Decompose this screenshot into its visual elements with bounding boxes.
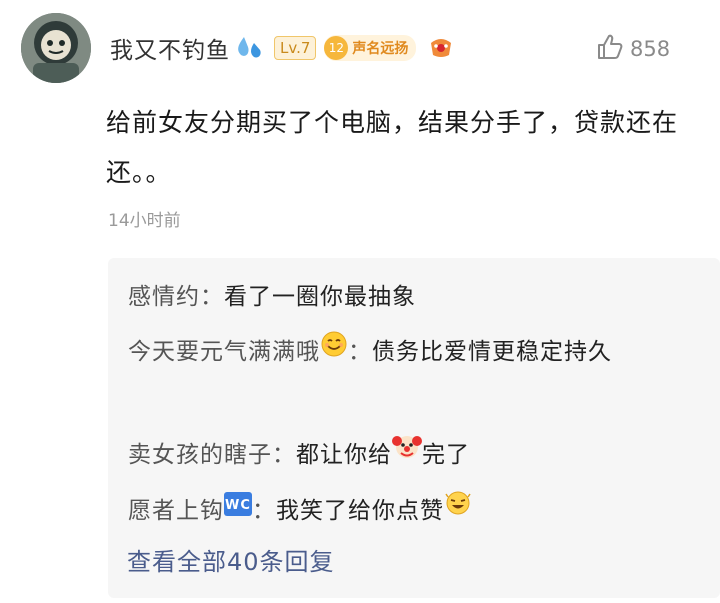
comment-item: 我又不钓鱼 Lv.7 12 声名远扬 858 给前女友分期买了个电脑，结果分手了… — [0, 0, 720, 603]
avatar-image — [21, 13, 91, 83]
reply-item[interactable]: 感情约：看了一圈你最抽象 — [128, 275, 708, 319]
smile-emoji-icon — [320, 329, 348, 373]
laugh-emoji-icon — [444, 488, 472, 532]
username[interactable]: 我又不钓鱼 — [110, 31, 230, 65]
comment-time: 14小时前 — [108, 211, 181, 231]
fame-level: 12 — [324, 36, 349, 60]
reply-text-after: 完了 — [422, 442, 470, 468]
reply-item[interactable]: 卖女孩的瞎子：都让你给 完了 — [128, 433, 708, 478]
level-badge: Lv.7 — [274, 36, 317, 60]
reply-text: 看了一圈你最抽象 — [224, 284, 416, 310]
reply-separator: ： — [272, 442, 296, 468]
like-button[interactable]: 858 — [596, 33, 670, 65]
reply-separator: ： — [348, 339, 372, 365]
reply-text: 我笑了给你点赞 — [276, 498, 444, 524]
svg-text:WC: WC — [225, 498, 251, 513]
reply-author[interactable]: 卖女孩的瞎子 — [128, 442, 272, 468]
reply-text: 债务比爱情更稳定持久 — [372, 339, 612, 365]
like-count: 858 — [630, 37, 671, 61]
reply-item[interactable]: 愿者上钩 WC ：我笑了给你点赞 — [128, 489, 708, 534]
fame-title: 声名远扬 — [352, 41, 409, 57]
reply-separator: ： — [252, 498, 276, 524]
reply-item[interactable]: 今天要元气满满哦 ：债务比爱情更稳定持久 — [128, 330, 708, 375]
comment-header: 我又不钓鱼 Lv.7 12 声名远扬 — [110, 30, 454, 66]
water-drops-icon — [234, 34, 264, 62]
reply-author[interactable]: 感情约 — [128, 284, 200, 310]
reply-separator: ： — [200, 284, 224, 310]
comment-text: 给前女友分期买了个电脑，结果分手了，贷款还在还。。 — [106, 108, 679, 187]
avatar[interactable] — [21, 13, 91, 83]
reply-text-before: 都让你给 — [296, 442, 392, 468]
clown-emoji-icon — [392, 431, 422, 476]
wc-badge-icon: WC — [224, 488, 252, 532]
fan-badge-icon — [428, 37, 454, 59]
reply-author[interactable]: 愿者上钩 — [128, 498, 224, 524]
fame-badge: 12 声名远扬 — [324, 35, 417, 61]
thumbs-up-icon — [596, 33, 624, 65]
view-all-replies-link[interactable]: 查看全部40条回复 — [127, 542, 335, 577]
reply-author[interactable]: 今天要元气满满哦 — [128, 339, 320, 365]
